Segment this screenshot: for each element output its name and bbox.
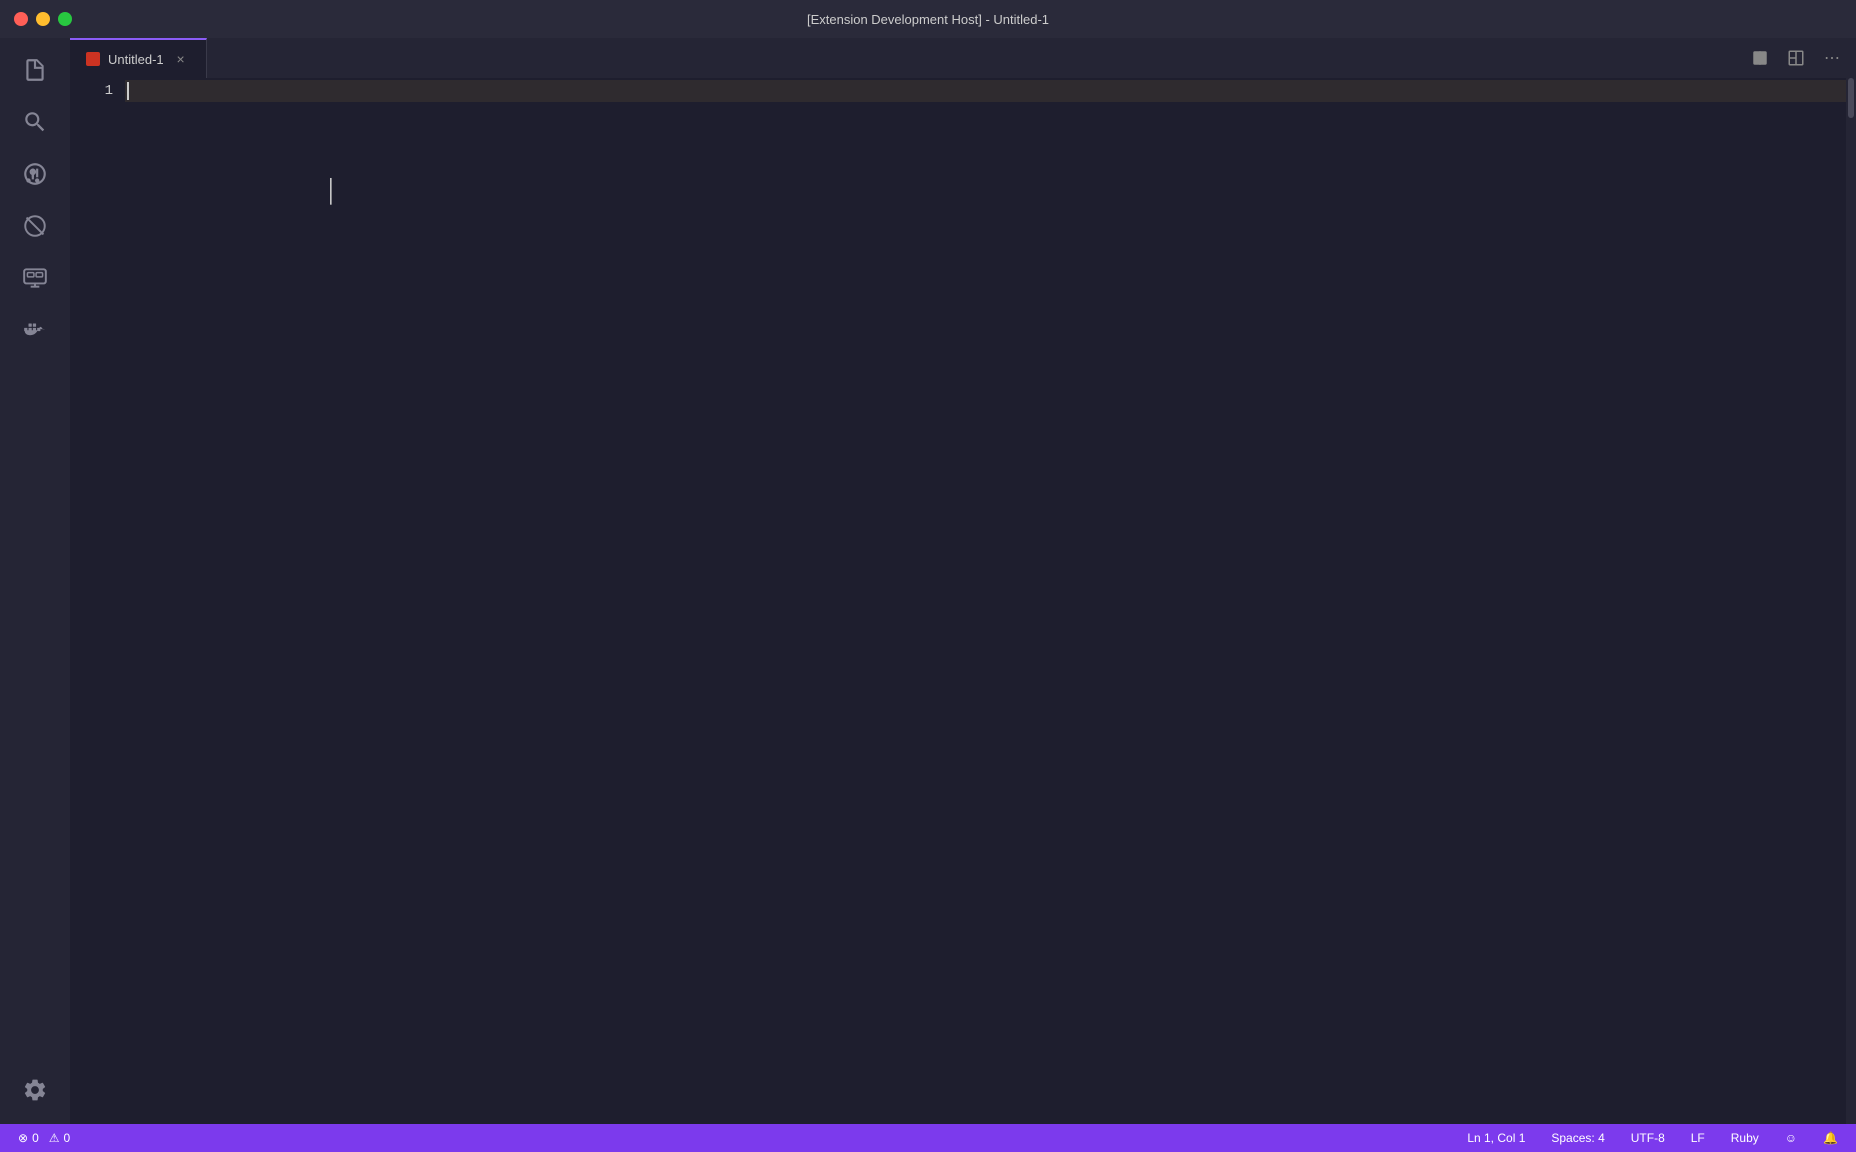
warning-count: 0 (64, 1131, 71, 1145)
sidebar-item-search[interactable] (11, 98, 59, 146)
line-ending-text: LF (1691, 1131, 1705, 1145)
split-icon (1751, 49, 1769, 67)
editor-area: Untitled-1 × ⋯ (70, 38, 1856, 1124)
tab-label: Untitled-1 (108, 52, 164, 67)
status-bar: ⊗ 0 ⚠ 0 Ln 1, Col 1 Spaces: 4 UTF-8 LF R… (0, 1124, 1856, 1152)
gear-icon (22, 1077, 48, 1103)
window-title: [Extension Development Host] - Untitled-… (807, 12, 1049, 27)
activity-bar (0, 38, 70, 1124)
tab-bar-actions: ⋯ (1744, 38, 1856, 78)
layout-icon (1787, 49, 1805, 67)
text-cursor-caret (127, 82, 129, 100)
docker-icon (22, 317, 48, 343)
split-editor-button[interactable] (1744, 42, 1776, 74)
status-errors[interactable]: ⊗ 0 ⚠ 0 (12, 1129, 76, 1147)
sidebar-item-settings[interactable] (11, 1066, 59, 1114)
tab-close-button[interactable]: × (172, 50, 190, 68)
git-icon (22, 161, 48, 187)
sidebar-item-explorer[interactable] (11, 46, 59, 94)
error-count: 0 (32, 1131, 39, 1145)
activity-bar-bottom (11, 1066, 59, 1124)
editor-content[interactable]: 1 │ (70, 78, 1856, 1124)
active-line-highlight (125, 80, 1846, 102)
status-smiley[interactable]: ☺ (1779, 1129, 1803, 1147)
i-beam-cursor: │ (325, 178, 339, 204)
status-language[interactable]: Ruby (1725, 1129, 1765, 1147)
status-bell[interactable]: 🔔 (1817, 1129, 1844, 1147)
line-number-1: 1 (70, 80, 113, 102)
main-layout: Untitled-1 × ⋯ (0, 38, 1856, 1124)
error-icon: ⊗ (18, 1131, 28, 1145)
line-numbers: 1 (70, 78, 125, 1124)
scrollbar-thumb[interactable] (1848, 78, 1854, 118)
minimize-button[interactable] (36, 12, 50, 26)
status-encoding[interactable]: UTF-8 (1625, 1129, 1671, 1147)
search-icon (22, 109, 48, 135)
title-bar: [Extension Development Host] - Untitled-… (0, 0, 1856, 38)
window-controls (14, 12, 72, 26)
more-actions-button[interactable]: ⋯ (1816, 42, 1848, 74)
code-area[interactable]: │ (125, 78, 1846, 1124)
language-text: Ruby (1731, 1131, 1759, 1145)
sidebar-item-docker[interactable] (11, 306, 59, 354)
warning-icon: ⚠ (49, 1131, 60, 1145)
position-text: Ln 1, Col 1 (1467, 1131, 1525, 1145)
status-position[interactable]: Ln 1, Col 1 (1461, 1129, 1531, 1147)
sidebar-item-source-control[interactable] (11, 150, 59, 198)
remote-icon (22, 265, 48, 291)
bell-icon: 🔔 (1823, 1131, 1838, 1145)
status-bar-left: ⊗ 0 ⚠ 0 (12, 1129, 76, 1147)
sidebar-item-extensions[interactable] (11, 202, 59, 250)
encoding-text: UTF-8 (1631, 1131, 1665, 1145)
status-line-ending[interactable]: LF (1685, 1129, 1711, 1147)
layout-button[interactable] (1780, 42, 1812, 74)
close-button[interactable] (14, 12, 28, 26)
maximize-button[interactable] (58, 12, 72, 26)
tab-untitled-1[interactable]: Untitled-1 × (70, 38, 207, 78)
ruby-file-icon (86, 52, 100, 66)
activity-bar-top (11, 46, 59, 1066)
status-bar-right: Ln 1, Col 1 Spaces: 4 UTF-8 LF Ruby ☺ 🔔 (1461, 1129, 1844, 1147)
extensions-icon (22, 213, 48, 239)
tab-bar: Untitled-1 × ⋯ (70, 38, 1856, 78)
smiley-icon: ☺ (1785, 1131, 1797, 1145)
status-spaces[interactable]: Spaces: 4 (1545, 1129, 1610, 1147)
files-icon (22, 57, 48, 83)
editor-scrollbar[interactable] (1846, 78, 1856, 1124)
spaces-text: Spaces: 4 (1551, 1131, 1604, 1145)
sidebar-item-remote[interactable] (11, 254, 59, 302)
